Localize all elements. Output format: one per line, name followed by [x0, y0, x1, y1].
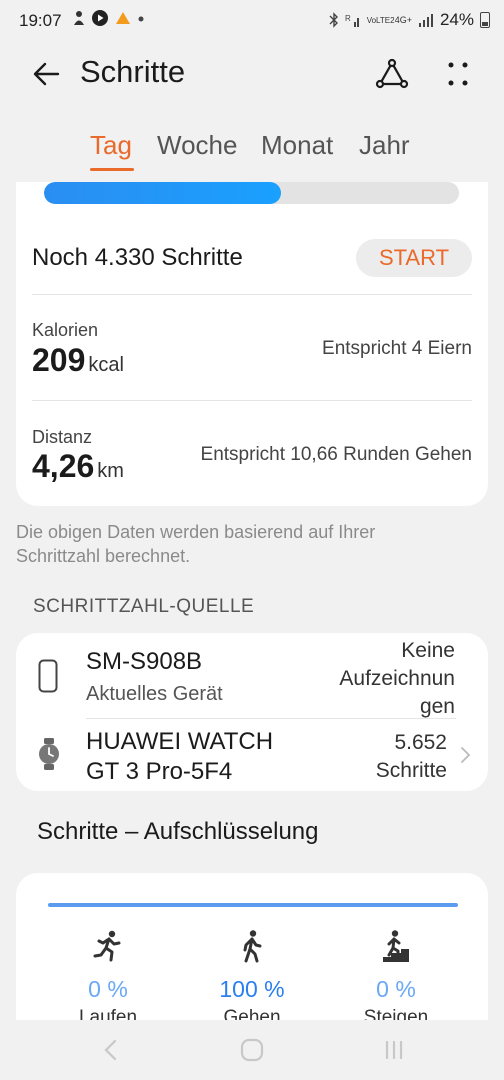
notification-person-icon — [74, 11, 84, 25]
divider — [86, 718, 456, 719]
status-line: Aufzeichnun — [339, 667, 455, 690]
chevron-right-icon — [461, 747, 471, 763]
start-button[interactable]: START — [356, 239, 472, 277]
source-name: SM-S908B — [86, 648, 203, 675]
nav-home-icon[interactable] — [238, 1036, 266, 1064]
source-name-line: HUAWEI WATCH — [86, 728, 274, 755]
battery-icon — [480, 12, 490, 28]
distance-unit: km — [97, 460, 124, 482]
system-nav-bar — [0, 1020, 504, 1080]
calories-value-row: 209 kcal — [32, 342, 124, 379]
calories-unit: kcal — [88, 354, 124, 376]
data-footnote: Die obigen Daten werden basierend auf Ih… — [16, 522, 376, 566]
nav-recents-icon[interactable] — [380, 1036, 408, 1064]
goal-progress-fill — [44, 182, 281, 204]
nav-back-icon[interactable] — [98, 1036, 126, 1064]
climbing-percent: 0 % — [376, 976, 416, 1002]
more-options-icon[interactable] — [440, 56, 476, 92]
distance-label: Distanz — [32, 427, 93, 447]
status-right: R VoLTE2 4G+ 24% — [329, 10, 490, 30]
tab-year[interactable]: Jahr — [359, 130, 410, 161]
app-bar: Schritte — [0, 42, 504, 106]
climbing-icon — [383, 930, 409, 962]
active-tab-indicator — [90, 168, 134, 171]
share-icon[interactable] — [374, 56, 410, 92]
dot-icon — [138, 16, 144, 22]
calories-label: Kalorien — [32, 320, 99, 340]
breakdown-title: Schritte – Aufschlüsselung — [37, 818, 319, 845]
status-time: 19:07 — [19, 11, 62, 30]
battery-percent: 24% — [439, 10, 474, 29]
source-card: SM-S908B Aktuelles Gerät Keine Aufzeichn… — [16, 633, 488, 791]
phone-icon — [38, 659, 58, 693]
status-bar: 19:07 R VoLTE2 4G+ 24% — [0, 0, 504, 42]
status-line: gen — [419, 695, 455, 718]
app-notification-icon — [116, 12, 130, 24]
walking-percent: 100 % — [219, 976, 285, 1002]
goal-progress-bar — [44, 182, 459, 204]
notification-icons — [72, 10, 144, 26]
distance-value: 4,26 — [32, 448, 95, 484]
distance-note: Entspricht 10,66 Runden Gehen — [200, 444, 472, 465]
tab-week[interactable]: Woche — [157, 130, 237, 161]
status-line: Schritte — [375, 759, 447, 782]
walking-icon — [243, 930, 262, 963]
source-name-line: GT 3 Pro-5F4 — [86, 758, 233, 785]
divider — [32, 400, 472, 401]
calories-value: 209 — [32, 342, 86, 378]
divider — [32, 294, 472, 295]
running-percent: 0 % — [88, 976, 128, 1002]
signal-icon — [418, 14, 433, 27]
breakdown-bar — [48, 903, 458, 907]
period-tabs: Tag Woche Monat Jahr — [0, 126, 504, 176]
breakdown-walking: 100 % Gehen — [192, 929, 312, 1023]
source-status: Keine Aufzeichnun gen — [339, 637, 455, 721]
source-name: HUAWEI WATCH GT 3 Pro-5F4 — [86, 727, 273, 787]
signal-r-icon: R — [345, 14, 359, 27]
network-label: 4G+ — [394, 15, 412, 25]
tab-month[interactable]: Monat — [261, 130, 333, 161]
breakdown-running: 0 % Laufen — [48, 929, 168, 1023]
play-icon — [92, 10, 108, 26]
source-section-header: SCHRITTZAHL-QUELLE — [33, 596, 255, 617]
running-icon — [93, 930, 121, 962]
source-status: 5.652 Schritte — [376, 729, 447, 785]
breakdown-bar-fill — [48, 903, 458, 907]
svg-text:R: R — [345, 14, 351, 23]
breakdown-card: 0 % Laufen 100 % Gehen 0 % Steigen — [16, 873, 488, 1023]
calories-note: Entspricht 4 Eiern — [322, 338, 472, 359]
summary-card: Noch 4.330 Schritte START Kalorien 209 kc… — [16, 182, 488, 506]
watch-icon — [39, 738, 59, 770]
page-title: Schritte — [80, 54, 186, 89]
back-arrow-icon[interactable] — [30, 56, 66, 92]
bluetooth-icon — [329, 12, 338, 28]
source-subtitle: Aktuelles Gerät — [86, 683, 223, 705]
breakdown-climbing: 0 % Steigen — [336, 929, 456, 1023]
status-line: Keine — [401, 639, 455, 662]
status-line: 5.652 — [394, 731, 447, 754]
tab-day[interactable]: Tag — [90, 130, 132, 161]
distance-value-row: 4,26 km — [32, 448, 124, 485]
remaining-steps: Noch 4.330 Schritte — [32, 244, 243, 271]
volte-label: VoLTE2 — [366, 15, 395, 25]
